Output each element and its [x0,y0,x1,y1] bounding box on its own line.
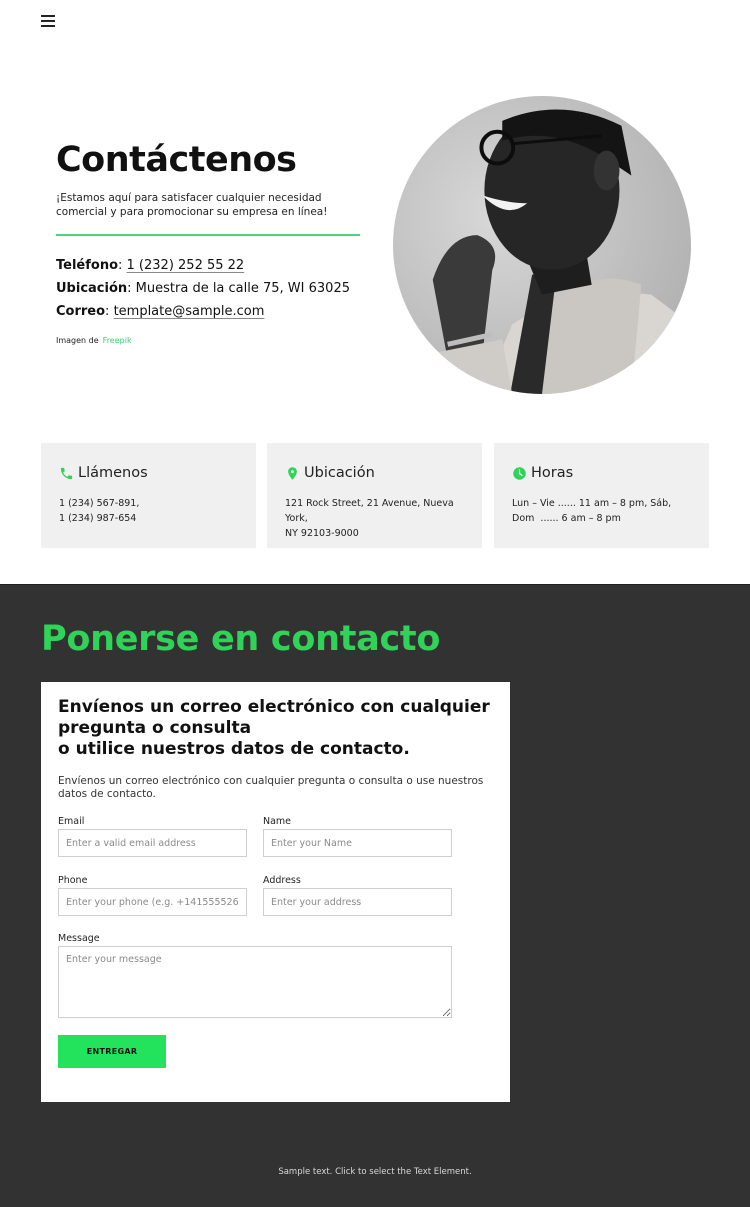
card-title: Ubicación [285,465,375,481]
hero-subtitle: ¡Estamos aquí para satisfacer cualquier … [56,192,328,218]
message-textarea[interactable] [58,946,452,1018]
hours-line: Lun – Vie ...... 11 am – 8 pm, Sáb, [512,498,672,509]
phone-number: 1 (234) 567-891, [59,498,140,509]
hours-line: Dom ...... 6 am – 8 pm [512,513,621,524]
contact-section: Ponerse en contacto Envíenos un correo e… [0,584,750,1207]
contact-form: Envíenos un correo electrónico con cualq… [41,682,510,1102]
form-heading: Envíenos un correo electrónico con cualq… [58,697,498,760]
location-pin-icon [288,466,297,480]
phone-info: Teléfono: 1 (232) 252 55 22 [56,258,245,273]
freepik-link[interactable]: Freepik [103,336,132,345]
card-body: 121 Rock Street, 21 Avenue, Nueva York, … [285,496,475,541]
phone-label: Phone [58,875,88,886]
card-body: Lun – Vie ...... 11 am – 8 pm, Sáb, Dom … [512,496,702,526]
phone-number: 1 (234) 987-654 [59,513,137,524]
contact-title: Ponerse en contacto [41,619,441,659]
submit-button[interactable]: ENTREGAR [58,1035,166,1068]
email-label: Email [58,816,85,827]
phone-icon [60,467,73,479]
form-description: Envíenos un correo electrónico con cualq… [58,775,484,800]
info-cards: Llámenos 1 (234) 567-891, 1 (234) 987-65… [41,443,709,548]
card-title-text: Llámenos [78,465,148,481]
phone-link[interactable]: 1 (232) 252 55 22 [127,258,245,273]
email-input[interactable] [58,829,247,857]
email-label: Correo [56,304,106,319]
card-title-text: Ubicación [304,465,375,481]
name-label: Name [263,816,292,827]
address-label: Address [263,875,301,886]
form-heading-line2: o utilice nuestros datos de contacto. [58,739,410,759]
image-credit: Imagen de Freepik [56,336,132,345]
card-title: Horas [512,465,573,481]
card-call: Llámenos 1 (234) 567-891, 1 (234) 987-65… [41,443,256,548]
card-title: Llámenos [59,465,148,481]
footer-sample-text[interactable]: Sample text. Click to select the Text El… [0,1167,750,1177]
credit-prefix: Imagen de [56,336,99,345]
phone-input[interactable] [58,888,247,916]
clock-icon [513,466,526,480]
portrait-illustration [432,109,691,394]
hero-section: Contáctenos ¡Estamos aquí para satisface… [0,0,750,440]
phone-label: Teléfono [56,258,119,273]
card-hours: Horas Lun – Vie ...... 11 am – 8 pm, Sáb… [494,443,709,548]
name-input[interactable] [263,829,452,857]
form-heading-line1: Envíenos un correo electrónico con cualq… [58,697,490,738]
address-input[interactable] [263,888,452,916]
location-value: Muestra de la calle 75, WI 63025 [135,281,350,296]
card-location: Ubicación 121 Rock Street, 21 Avenue, Nu… [267,443,482,548]
location-label: Ubicación [56,281,128,296]
email-link[interactable]: template@sample.com [114,304,265,319]
green-divider [56,234,360,236]
address-line: NY 92103-9000 [285,528,359,539]
card-body: 1 (234) 567-891, 1 (234) 987-654 [59,496,249,526]
location-info: Ubicación: Muestra de la calle 75, WI 63… [56,281,350,296]
card-title-text: Horas [531,465,574,481]
message-label: Message [58,933,100,944]
portrait-photo [393,96,691,394]
email-info: Correo: template@sample.com [56,304,265,319]
address-line: 121 Rock Street, 21 Avenue, Nueva York, [285,498,454,524]
page-title: Contáctenos [56,140,297,180]
